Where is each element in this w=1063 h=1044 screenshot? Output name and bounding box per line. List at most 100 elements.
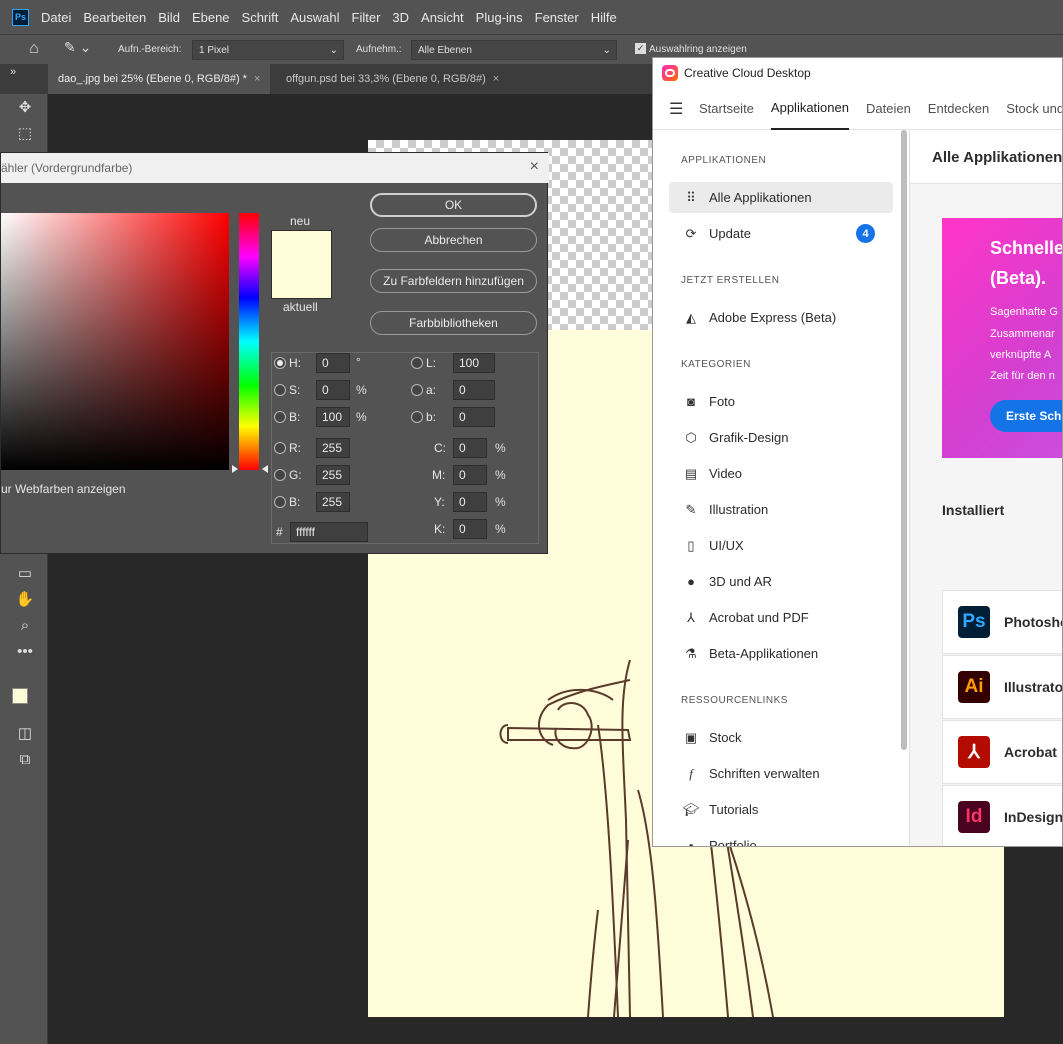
r-input[interactable]: 255 bbox=[316, 438, 350, 458]
sample-select[interactable]: Alle Ebenen ⌄ bbox=[411, 40, 617, 60]
close-icon[interactable]: × bbox=[493, 73, 499, 85]
sidebar-item-illustration[interactable]: ✎ Illustration bbox=[669, 494, 893, 525]
sidebar-item-update[interactable]: ⟳ Update 4 bbox=[669, 218, 893, 249]
promo-banner[interactable]: Schneller (Beta). Sagenhafte G Zusammena… bbox=[942, 218, 1062, 458]
marquee-tool-icon[interactable]: ⬚ bbox=[14, 122, 36, 144]
radio-b[interactable] bbox=[274, 411, 286, 423]
a-input[interactable]: 0 bbox=[453, 380, 495, 400]
b-input[interactable]: 100 bbox=[316, 407, 350, 427]
hamburger-menu-icon[interactable]: ☰ bbox=[669, 99, 683, 119]
hex-input[interactable]: ffffff bbox=[290, 522, 368, 542]
sidebar-item-tutorials[interactable]: 🎓︎ Tutorials bbox=[669, 794, 893, 825]
radio-a[interactable] bbox=[411, 384, 423, 396]
sidebar-item-express[interactable]: ◭ Adobe Express (Beta) bbox=[669, 302, 893, 333]
installed-app-row[interactable]: Id InDesign bbox=[942, 785, 1062, 846]
menu-datei[interactable]: Datei bbox=[41, 10, 71, 25]
color-libraries-button[interactable]: Farbbibliotheken bbox=[370, 311, 537, 335]
screen-mode-icon[interactable]: ⧉ bbox=[14, 748, 36, 770]
foreground-color-swatch[interactable] bbox=[12, 688, 28, 704]
nav-stock[interactable]: Stock und bbox=[1006, 88, 1062, 130]
sidebar-scrollbar[interactable] bbox=[901, 130, 907, 750]
menu-bearbeiten[interactable]: Bearbeiten bbox=[83, 10, 146, 25]
quick-mask-icon[interactable]: ◫ bbox=[14, 722, 36, 744]
nav-startseite[interactable]: Startseite bbox=[699, 88, 754, 130]
m-input[interactable]: 0 bbox=[453, 465, 487, 485]
promo-start-button[interactable]: Erste Schr bbox=[990, 400, 1062, 432]
sidebar-item-uiux[interactable]: ▯ UI/UX bbox=[669, 530, 893, 561]
menu-fenster[interactable]: Fenster bbox=[535, 10, 579, 25]
sidebar-item-all-apps[interactable]: ⠿ Alle Applikationen bbox=[669, 182, 893, 213]
radio-r[interactable] bbox=[274, 442, 286, 454]
radio-s[interactable] bbox=[274, 384, 286, 396]
menu-ansicht[interactable]: Ansicht bbox=[421, 10, 464, 25]
saturation-brightness-field[interactable] bbox=[1, 213, 229, 470]
h-input[interactable]: 0 bbox=[316, 353, 350, 373]
hand-tool-icon[interactable]: ✋ bbox=[14, 588, 36, 610]
installed-app-row[interactable]: ⅄ Acrobat bbox=[942, 720, 1062, 784]
photoshop-logo-icon[interactable]: Ps bbox=[12, 8, 29, 26]
radio-g[interactable] bbox=[274, 469, 286, 481]
installed-app-row[interactable]: Ps Photosho bbox=[942, 590, 1062, 654]
grid-icon: ⠿ bbox=[686, 189, 696, 205]
sidebar-item-portfolio[interactable]: ▪ Portfolio bbox=[669, 830, 893, 846]
radio-b2[interactable] bbox=[274, 496, 286, 508]
l-input[interactable]: 100 bbox=[453, 353, 495, 373]
hue-slider-left-arrow-icon[interactable] bbox=[232, 465, 238, 473]
c-input[interactable]: 0 bbox=[453, 438, 487, 458]
s-input[interactable]: 0 bbox=[316, 380, 350, 400]
menu-plugins[interactable]: Plug-ins bbox=[476, 10, 523, 25]
sidebar-item-label: Schriften verwalten bbox=[709, 766, 820, 781]
radio-lab-b[interactable] bbox=[411, 411, 423, 423]
menu-schrift[interactable]: Schrift bbox=[242, 10, 279, 25]
nav-entdecken[interactable]: Entdecken bbox=[928, 88, 989, 130]
hue-slider-right-arrow-icon[interactable] bbox=[262, 465, 268, 473]
y-input[interactable]: 0 bbox=[453, 492, 487, 512]
web-colors-only-label[interactable]: ur Webfarben anzeigen bbox=[1, 482, 126, 496]
sample-size-value: 1 Pixel bbox=[199, 44, 230, 56]
nav-dateien[interactable]: Dateien bbox=[866, 88, 911, 130]
cancel-button[interactable]: Abbrechen bbox=[370, 228, 537, 252]
adobe-express-icon: ◭ bbox=[686, 309, 696, 325]
home-icon[interactable]: ⌂ bbox=[22, 40, 46, 60]
menu-ebene[interactable]: Ebene bbox=[192, 10, 230, 25]
zoom-tool-icon[interactable]: ⌕ bbox=[14, 614, 36, 636]
tab-offgun[interactable]: offgun.psd bei 33,3% (Ebene 0, RGB/8#) × bbox=[276, 64, 509, 94]
sidebar-item-video[interactable]: ▤ Video bbox=[669, 458, 893, 489]
menu-3d[interactable]: 3D bbox=[392, 10, 409, 25]
sidebar-item-grafik[interactable]: ⬡ Grafik-Design bbox=[669, 422, 893, 453]
close-icon[interactable]: × bbox=[254, 73, 260, 85]
eyedropper-icon[interactable]: ✎ ⌄ bbox=[64, 39, 104, 61]
sidebar-item-stock[interactable]: ▣ Stock bbox=[669, 722, 893, 753]
installed-app-row[interactable]: Ai Illustrato bbox=[942, 655, 1062, 719]
s-label: S: bbox=[289, 383, 301, 397]
tab-dao-label: dao_.jpg bei 25% (Ebene 0, RGB/8#) * bbox=[58, 73, 247, 85]
lab-b-input[interactable]: 0 bbox=[453, 407, 495, 427]
b2-input[interactable]: 255 bbox=[316, 492, 350, 512]
k-input[interactable]: 0 bbox=[453, 519, 487, 539]
sample-size-select[interactable]: 1 Pixel ⌄ bbox=[192, 40, 344, 60]
tab-dao[interactable]: dao_.jpg bei 25% (Ebene 0, RGB/8#) * × bbox=[48, 64, 271, 94]
hue-slider[interactable] bbox=[239, 213, 259, 470]
move-tool-icon[interactable]: ✥ bbox=[14, 96, 36, 118]
sidebar-item-fonts[interactable]: f Schriften verwalten bbox=[669, 758, 893, 789]
add-to-swatches-button[interactable]: Zu Farbfeldern hinzufügen bbox=[370, 269, 537, 293]
g-input[interactable]: 255 bbox=[316, 465, 350, 485]
ok-button[interactable]: OK bbox=[370, 193, 537, 217]
menu-filter[interactable]: Filter bbox=[352, 10, 381, 25]
sidebar-item-acrobat[interactable]: ⅄ Acrobat und PDF bbox=[669, 602, 893, 633]
sidebar-item-foto[interactable]: ◙ Foto bbox=[669, 386, 893, 417]
radio-l[interactable] bbox=[411, 357, 423, 369]
menu-hilfe[interactable]: Hilfe bbox=[591, 10, 617, 25]
rectangle-tool-icon[interactable]: ▭ bbox=[14, 562, 36, 584]
show-ring-checkbox[interactable]: ✓ bbox=[635, 43, 646, 54]
menu-auswahl[interactable]: Auswahl bbox=[290, 10, 339, 25]
menu-bild[interactable]: Bild bbox=[158, 10, 180, 25]
sidebar-item-beta[interactable]: ⚗ Beta-Applikationen bbox=[669, 638, 893, 669]
radio-h[interactable] bbox=[274, 357, 286, 369]
sidebar-item-3d[interactable]: ● 3D und AR bbox=[669, 566, 893, 597]
nav-applikationen[interactable]: Applikationen bbox=[770, 88, 849, 130]
close-icon[interactable]: × bbox=[530, 158, 539, 176]
expand-panels-icon[interactable]: » bbox=[10, 66, 16, 78]
more-tools-icon[interactable]: ••• bbox=[14, 640, 36, 662]
pct-unit: % bbox=[495, 468, 506, 482]
